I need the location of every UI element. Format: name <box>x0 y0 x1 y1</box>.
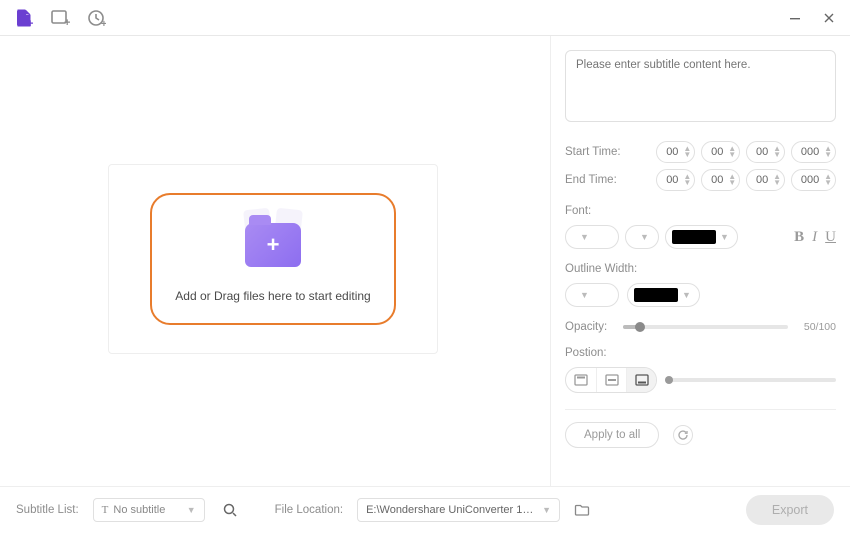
file-location-label: File Location: <box>275 504 343 516</box>
chevron-down-icon: ▼ <box>187 505 196 515</box>
position-middle[interactable] <box>596 368 626 392</box>
open-folder-button[interactable] <box>574 503 590 517</box>
export-button[interactable]: Export <box>746 495 834 525</box>
file-location-select[interactable]: E:\Wondershare UniConverter 13\SubEd ▼ <box>357 498 560 522</box>
close-button[interactable] <box>816 5 842 31</box>
properties-panel: Start Time: 00▲▼ 00▲▼ 00▲▼ 000▲▼ End Tim… <box>550 36 850 486</box>
bold-button[interactable]: B <box>794 229 804 246</box>
folder-add-icon: + <box>245 223 301 267</box>
preview-card: + Add or Drag files here to start editin… <box>108 164 438 354</box>
svg-text:+: + <box>64 17 70 28</box>
opacity-slider[interactable] <box>623 325 788 329</box>
position-segmented[interactable] <box>565 367 657 393</box>
position-slider[interactable] <box>667 378 836 382</box>
footer: Subtitle List: TNo subtitle ▼ File Locat… <box>0 486 850 533</box>
subtitle-t-icon: T <box>102 504 109 516</box>
end-seconds-stepper[interactable]: 00▲▼ <box>746 169 785 191</box>
opacity-label: Opacity: <box>565 321 615 333</box>
position-top[interactable] <box>566 368 596 392</box>
start-minutes-stepper[interactable]: 00▲▼ <box>701 141 740 163</box>
opacity-value: 50/100 <box>796 321 836 333</box>
subtitle-list-select[interactable]: TNo subtitle ▼ <box>93 498 205 522</box>
outline-width-select[interactable]: ▼ <box>565 283 619 307</box>
position-label: Postion: <box>565 347 836 359</box>
apply-to-all-button[interactable]: Apply to all <box>565 422 659 448</box>
font-label: Font: <box>565 205 836 217</box>
italic-button[interactable]: I <box>812 229 817 246</box>
end-hours-stepper[interactable]: 00▲▼ <box>656 169 695 191</box>
minimize-button[interactable] <box>782 5 808 31</box>
end-minutes-stepper[interactable]: 00▲▼ <box>701 169 740 191</box>
start-seconds-stepper[interactable]: 00▲▼ <box>746 141 785 163</box>
svg-text:+: + <box>27 18 33 28</box>
start-ms-stepper[interactable]: 000▲▼ <box>791 141 836 163</box>
reset-button[interactable] <box>673 425 693 445</box>
subtitle-list-label: Subtitle List: <box>16 504 79 516</box>
add-subtitle-icon[interactable]: + <box>48 6 72 30</box>
underline-button[interactable]: U <box>825 229 836 246</box>
svg-text:+: + <box>101 19 106 28</box>
end-ms-stepper[interactable]: 000▲▼ <box>791 169 836 191</box>
font-family-select[interactable]: ▼ <box>565 225 619 249</box>
chevron-down-icon: ▼ <box>542 505 551 515</box>
recent-icon[interactable]: + <box>84 6 108 30</box>
outline-width-label: Outline Width: <box>565 263 836 275</box>
titlebar: + + + <box>0 0 850 36</box>
font-size-select[interactable]: ▼ <box>625 225 659 249</box>
drop-zone-text: Add or Drag files here to start editing <box>175 289 370 303</box>
end-time-label: End Time: <box>565 174 627 186</box>
position-bottom[interactable] <box>626 368 656 392</box>
outline-color-select[interactable]: ▼ <box>627 283 700 307</box>
drop-zone[interactable]: + Add or Drag files here to start editin… <box>150 193 396 325</box>
start-time-label: Start Time: <box>565 146 627 158</box>
preview-area: + Add or Drag files here to start editin… <box>0 36 550 486</box>
font-color-select[interactable]: ▼ <box>665 225 738 249</box>
add-file-icon[interactable]: + <box>12 6 36 30</box>
subtitle-content-input[interactable] <box>565 50 836 122</box>
start-hours-stepper[interactable]: 00▲▼ <box>656 141 695 163</box>
search-subtitle-button[interactable] <box>219 499 241 521</box>
folder-illustration: + <box>228 215 318 275</box>
